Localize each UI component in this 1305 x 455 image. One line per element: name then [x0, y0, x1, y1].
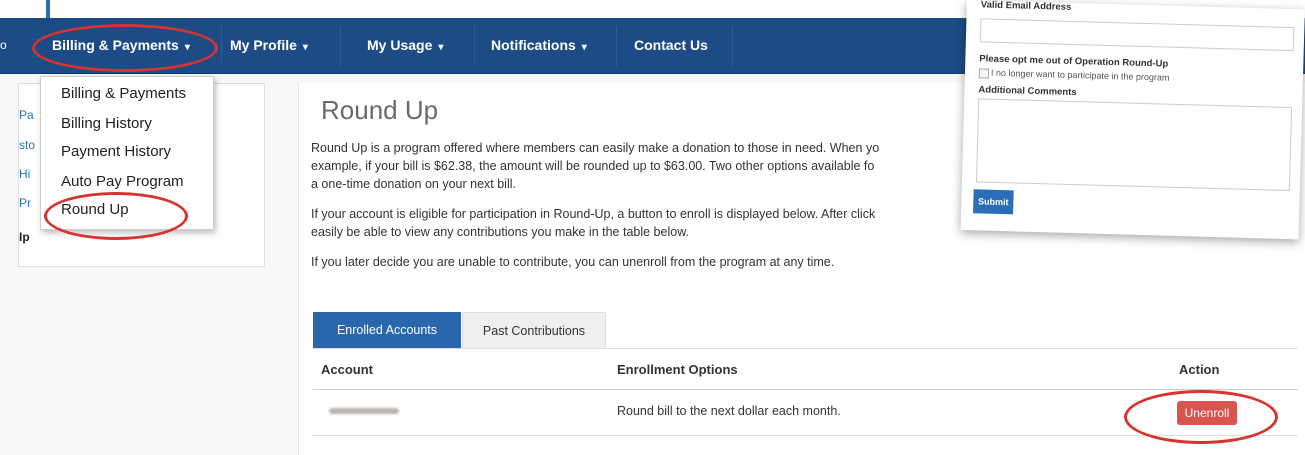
- email-field[interactable]: [979, 18, 1295, 52]
- intro-paragraph-line: example, if your bill is $62.38, the amo…: [311, 159, 875, 173]
- optout-checkbox-label: I no longer want to participate in the p…: [990, 67, 1170, 83]
- intro-paragraph-line: Round Up is a program offered where memb…: [311, 141, 880, 155]
- annotation-circle-billing: [32, 24, 218, 72]
- nav-my-profile[interactable]: My Profile ▾: [230, 18, 308, 73]
- sidebar-link-partial[interactable]: sto: [19, 138, 35, 152]
- email-label: Valid Email Address: [980, 0, 1072, 13]
- nav-divider: [474, 26, 475, 66]
- optout-checkbox[interactable]: [978, 68, 990, 79]
- tab-divider: [313, 348, 1298, 349]
- submit-button[interactable]: Submit: [973, 189, 1014, 215]
- comments-textarea[interactable]: [975, 98, 1293, 192]
- chevron-down-icon: ▾: [302, 42, 308, 53]
- menu-item-billing-history[interactable]: Billing History: [61, 115, 152, 132]
- sidebar-link-active-partial[interactable]: Ip: [19, 230, 30, 244]
- chevron-down-icon: ▾: [438, 42, 444, 53]
- menu-item-billing-payments[interactable]: Billing & Payments: [61, 85, 186, 102]
- column-header-action: Action: [1179, 362, 1220, 377]
- tab-enrolled-accounts[interactable]: Enrolled Accounts: [313, 312, 461, 348]
- annotation-circle-round-up: [44, 192, 188, 240]
- annotation-circle-unenroll: [1124, 390, 1278, 444]
- menu-item-payment-history[interactable]: Payment History: [61, 143, 171, 160]
- nav-my-profile-label: My Profile: [230, 37, 297, 53]
- opt-out-form-panel: Valid Email Address Please opt me out of…: [960, 0, 1305, 240]
- sidebar-link-partial[interactable]: Hi: [19, 167, 30, 181]
- table-header-divider: [313, 389, 1298, 390]
- nav-contact-us-label: Contact Us: [634, 37, 708, 53]
- nav-notifications-label: Notifications: [491, 37, 576, 53]
- intro-paragraph-line: a one-time donation on your next bill.: [311, 177, 516, 191]
- sidebar-link-partial[interactable]: Pr: [19, 196, 31, 210]
- menu-item-auto-pay[interactable]: Auto Pay Program: [61, 173, 184, 190]
- column-header-account: Account: [321, 362, 373, 377]
- chevron-down-icon: ▾: [581, 42, 587, 53]
- unenroll-paragraph: If you later decide you are unable to co…: [311, 255, 835, 269]
- comments-label: Additional Comments: [978, 84, 1077, 99]
- eligibility-paragraph-line: easily be able to view any contributions…: [311, 225, 690, 239]
- nav-my-usage-label: My Usage: [367, 37, 433, 53]
- nav-item-partial[interactable]: o: [0, 18, 10, 73]
- nav-divider: [616, 26, 617, 66]
- nav-divider: [340, 26, 341, 66]
- page-title: Round Up: [321, 95, 439, 125]
- nav-contact-us[interactable]: Contact Us: [634, 18, 708, 73]
- nav-my-usage[interactable]: My Usage ▾: [367, 18, 443, 73]
- nav-notifications[interactable]: Notifications ▾: [491, 18, 587, 73]
- tab-past-contributions[interactable]: Past Contributions: [462, 312, 606, 349]
- enrollment-option-cell: Round bill to the next dollar each month…: [617, 404, 841, 418]
- accent-bar: [46, 0, 50, 18]
- redacted-account-number: [329, 408, 399, 414]
- column-header-enrollment-options: Enrollment Options: [617, 362, 738, 377]
- nav-divider: [732, 26, 733, 66]
- eligibility-paragraph-line: If your account is eligible for particip…: [311, 207, 876, 221]
- sidebar-link-partial[interactable]: Pa: [19, 108, 34, 122]
- nav-divider: [221, 26, 222, 66]
